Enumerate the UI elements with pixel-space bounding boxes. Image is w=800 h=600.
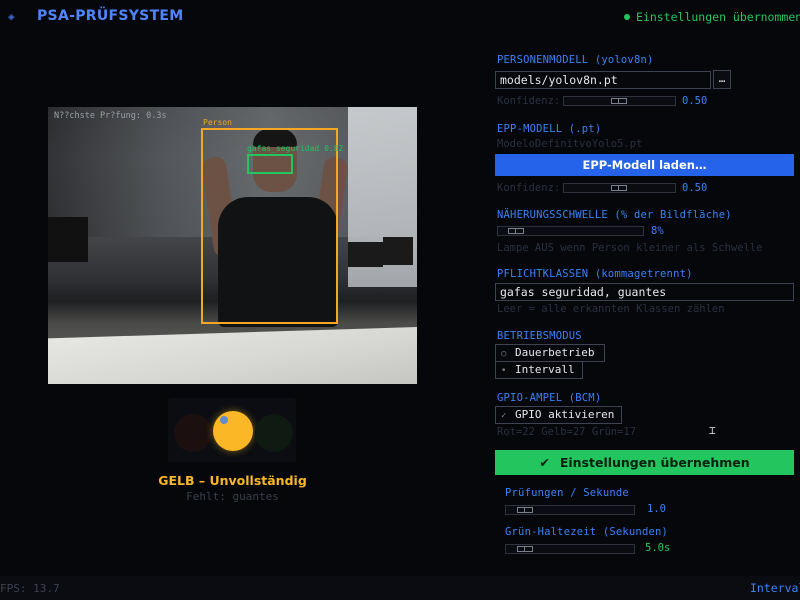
missing-classes: Fehlt: guantes (186, 490, 279, 503)
epp-model-heading: EPP-MODELL (.pt) (497, 123, 602, 135)
checks-per-second-label: Prüfungen / Sekunde (505, 487, 629, 499)
mode-option-dauerbetrieb[interactable]: ○ Dauerbetrieb (495, 344, 605, 362)
mode-option-intervall[interactable]: • Intervall (495, 361, 583, 379)
green-lamp (255, 414, 293, 452)
apply-settings-button[interactable]: ✔ Einstellungen übernehmen (495, 450, 794, 475)
footer-mode: Intervall (750, 581, 800, 595)
person-model-path-input[interactable]: models/yolov8n.pt (495, 71, 711, 89)
green-hold-time-slider[interactable] (505, 544, 635, 554)
camera-monitor (348, 242, 383, 267)
ppe-detection-label: gafas_seguridad 0.82 (247, 144, 344, 153)
settings-panel: PERSONENMODELL (yolov8n) models/yolov8n.… (486, 40, 800, 575)
person-confidence-label: Konfidenz: (497, 95, 561, 107)
checks-per-second-value: 1.0 (647, 503, 666, 515)
checks-per-second-slider[interactable] (505, 505, 635, 515)
epp-confidence-label: Konfidenz: (497, 182, 561, 194)
traffic-light-status: GELB – Unvollständig (158, 473, 307, 488)
slider-thumb[interactable] (611, 185, 627, 191)
radio-selected-icon: • (501, 366, 507, 376)
epp-confidence-slider[interactable] (563, 183, 676, 193)
mode-option-label: Intervall (515, 363, 575, 376)
gpio-enable-checkbox[interactable]: ✓ GPIO aktivieren (495, 406, 622, 424)
green-hold-time-value: 5.0s (645, 542, 671, 554)
proximity-threshold-slider[interactable] (497, 226, 644, 236)
status-dot-icon (624, 14, 630, 20)
gpio-pins: Rot=22 Gelb=27 Grün=17 (497, 426, 637, 438)
epp-model-path: ModeloDefinitvoYolo5.pt (497, 138, 643, 150)
slider-thumb[interactable] (508, 228, 524, 234)
slider-thumb[interactable] (517, 507, 533, 513)
load-epp-model-button[interactable]: EPP-Modell laden… (495, 154, 794, 176)
checkmark-icon: ✓ (501, 411, 507, 421)
app-title: PSA-PRÜFSYSTEM (37, 8, 184, 24)
browse-person-model-button[interactable]: … (713, 70, 731, 89)
proximity-threshold-value: 8% (651, 225, 664, 237)
camera-monitor (383, 237, 413, 265)
personenmodell-heading: PERSONENMODELL (yolov8n) (497, 54, 654, 66)
status-bar (0, 576, 800, 600)
green-hold-time-label: Grün-Haltezeit (Sekunden) (505, 526, 669, 538)
slider-thumb[interactable] (517, 546, 533, 552)
camera-monitor (48, 217, 88, 262)
proximity-threshold-heading: NÄHERUNGSSCHWELLE (% der Bildfläche) (497, 209, 732, 221)
fps-counter: FPS: 13.7 (0, 582, 60, 595)
yellow-lamp (213, 411, 253, 451)
next-check-overlay: N??chste Pr?fung: 0.3s (54, 111, 167, 121)
mode-option-label: Dauerbetrieb (515, 346, 595, 359)
operating-mode-heading: BETRIEBSMODUS (497, 330, 582, 342)
person-confidence-slider[interactable] (563, 96, 676, 106)
camera-feed: N??chste Pr?fung: 0.3s Person gafas_segu… (48, 107, 417, 384)
diamond-icon: ◈ (8, 10, 15, 23)
radio-unselected-icon: ○ (501, 349, 507, 359)
person-confidence-value: 0.50 (682, 95, 708, 107)
red-lamp (174, 414, 212, 452)
proximity-threshold-hint: Lampe AUS wenn Person kleiner als Schwel… (497, 242, 763, 254)
checkmark-icon: ✔ (539, 455, 550, 470)
required-classes-input[interactable]: gafas seguridad, guantes (495, 283, 794, 301)
slider-thumb[interactable] (611, 98, 627, 104)
apply-settings-label: Einstellungen übernehmen (559, 455, 750, 470)
gpio-heading: GPIO-AMPEL (BCM) (497, 392, 602, 404)
status-text: Einstellungen übernommen (636, 10, 800, 24)
lamp-highlight (220, 416, 228, 424)
required-classes-hint: Leer = alle erkannten Klassen zählen (497, 303, 725, 315)
epp-confidence-value: 0.50 (682, 182, 708, 194)
gpio-checkbox-label: GPIO aktivieren (515, 408, 615, 421)
person-detection-label: Person (203, 118, 232, 127)
mouse-cursor-icon: ⌶ (709, 424, 716, 437)
required-classes-heading: PFLICHTKLASSEN (kommagetrennt) (497, 268, 693, 280)
camera-desk (48, 327, 417, 384)
status-message: Einstellungen übernommen (624, 10, 800, 24)
ppe-detection-box (247, 154, 293, 174)
